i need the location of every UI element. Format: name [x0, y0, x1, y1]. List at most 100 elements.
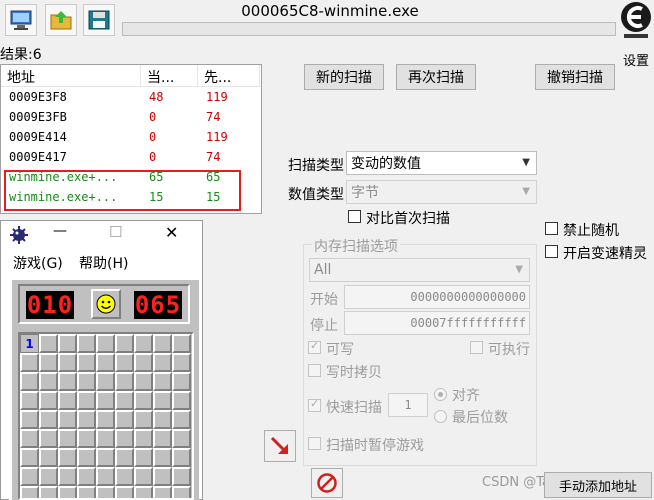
menu-game[interactable]: 游戏(G): [13, 253, 63, 273]
maximize-button[interactable]: ☐: [109, 223, 122, 241]
mine-cell[interactable]: [58, 429, 77, 448]
mine-cell[interactable]: [58, 372, 77, 391]
no-random-checkbox[interactable]: [545, 222, 558, 235]
mine-cell[interactable]: [77, 372, 96, 391]
mine-cell[interactable]: [115, 486, 134, 498]
compare-first-checkbox[interactable]: [348, 210, 361, 223]
mine-cell[interactable]: [115, 410, 134, 429]
mine-cell[interactable]: [115, 334, 134, 353]
mine-cell[interactable]: [115, 429, 134, 448]
mine-cell[interactable]: [39, 429, 58, 448]
speedhack-checkbox[interactable]: [545, 245, 558, 258]
fast-scan-value-input[interactable]: 1: [388, 393, 428, 417]
mine-cell[interactable]: [153, 429, 172, 448]
header-previous[interactable]: 先...: [198, 65, 260, 86]
mine-cell[interactable]: [115, 372, 134, 391]
mine-cell[interactable]: 1: [20, 334, 39, 353]
mine-cell[interactable]: [96, 334, 115, 353]
mine-cell[interactable]: [172, 372, 191, 391]
table-row[interactable]: 0009E417 0 74: [1, 147, 261, 167]
mine-cell[interactable]: [172, 448, 191, 467]
executable-checkbox[interactable]: [470, 341, 483, 354]
mine-cell[interactable]: [134, 467, 153, 486]
value-type-select[interactable]: 字节 ▼: [346, 180, 537, 204]
mine-cell[interactable]: [153, 391, 172, 410]
mine-cell[interactable]: [20, 391, 39, 410]
mine-cell[interactable]: [115, 353, 134, 372]
add-to-table-button[interactable]: [264, 430, 296, 462]
memory-region-select[interactable]: All ▼: [309, 258, 530, 282]
mine-cell[interactable]: [58, 353, 77, 372]
close-button[interactable]: ✕: [165, 223, 178, 242]
mine-cell[interactable]: [115, 448, 134, 467]
mine-cell[interactable]: [134, 391, 153, 410]
mine-cell[interactable]: [20, 486, 39, 498]
mine-cell[interactable]: [20, 353, 39, 372]
mine-cell[interactable]: [58, 410, 77, 429]
mine-cell[interactable]: [77, 467, 96, 486]
mine-cell[interactable]: [39, 410, 58, 429]
mine-cell[interactable]: [77, 391, 96, 410]
mine-cell[interactable]: [20, 448, 39, 467]
mine-cell[interactable]: [96, 429, 115, 448]
open-file-button[interactable]: [45, 4, 77, 36]
pause-game-checkbox[interactable]: [308, 437, 321, 450]
mine-cell[interactable]: [58, 334, 77, 353]
minefield-grid[interactable]: 1: [18, 332, 194, 500]
mine-cell[interactable]: [39, 467, 58, 486]
mine-cell[interactable]: [77, 429, 96, 448]
mine-cell[interactable]: [172, 467, 191, 486]
mine-cell[interactable]: [96, 448, 115, 467]
mine-cell[interactable]: [20, 372, 39, 391]
mine-cell[interactable]: [153, 467, 172, 486]
mine-cell[interactable]: [172, 353, 191, 372]
header-current[interactable]: 当...: [141, 65, 198, 86]
mine-cell[interactable]: [39, 448, 58, 467]
next-scan-button[interactable]: 再次扫描: [396, 64, 476, 90]
mine-cell[interactable]: [77, 448, 96, 467]
mine-cell[interactable]: [96, 486, 115, 498]
mine-cell[interactable]: [153, 372, 172, 391]
mine-cell[interactable]: [58, 467, 77, 486]
copy-on-write-checkbox[interactable]: [308, 364, 321, 377]
smiley-reset-button[interactable]: [91, 289, 121, 319]
mine-cell[interactable]: [172, 410, 191, 429]
mine-cell[interactable]: [153, 486, 172, 498]
open-process-button[interactable]: [5, 4, 37, 36]
mine-cell[interactable]: [134, 486, 153, 498]
minesweeper-window[interactable]: — ☐ ✕ 游戏(G) 帮助(H) 010 065 1: [0, 220, 203, 500]
mine-cell[interactable]: [134, 410, 153, 429]
mine-cell[interactable]: [96, 410, 115, 429]
mine-cell[interactable]: [153, 353, 172, 372]
mine-cell[interactable]: [77, 353, 96, 372]
mine-cell[interactable]: [77, 410, 96, 429]
stop-scan-button[interactable]: [311, 468, 343, 498]
save-button[interactable]: [83, 4, 115, 36]
mine-cell[interactable]: [115, 391, 134, 410]
table-row[interactable]: 0009E3FB 0 74: [1, 107, 261, 127]
mine-cell[interactable]: [134, 372, 153, 391]
mine-cell[interactable]: [39, 486, 58, 498]
mine-cell[interactable]: [58, 448, 77, 467]
mine-cell[interactable]: [172, 429, 191, 448]
add-address-manually-button[interactable]: 手动添加地址: [544, 472, 652, 498]
mine-cell[interactable]: [77, 334, 96, 353]
mine-cell[interactable]: [134, 353, 153, 372]
minimize-button[interactable]: —: [53, 223, 67, 239]
fast-scan-checkbox[interactable]: [308, 397, 321, 412]
mine-cell[interactable]: [39, 372, 58, 391]
table-row[interactable]: 0009E3F8 48 119: [1, 87, 261, 107]
mine-cell[interactable]: [172, 486, 191, 498]
mine-cell[interactable]: [96, 391, 115, 410]
scan-type-select[interactable]: 变动的数值 ▼: [346, 151, 537, 175]
mine-cell[interactable]: [58, 391, 77, 410]
new-scan-button[interactable]: 新的扫描: [304, 64, 384, 90]
writable-checkbox[interactable]: [308, 339, 321, 354]
mine-cell[interactable]: [153, 334, 172, 353]
mine-cell[interactable]: [96, 353, 115, 372]
mine-cell[interactable]: [77, 486, 96, 498]
mine-cell[interactable]: [96, 372, 115, 391]
undo-scan-button[interactable]: 撤销扫描: [535, 64, 615, 90]
mine-cell[interactable]: [153, 448, 172, 467]
mine-cell[interactable]: [58, 486, 77, 498]
